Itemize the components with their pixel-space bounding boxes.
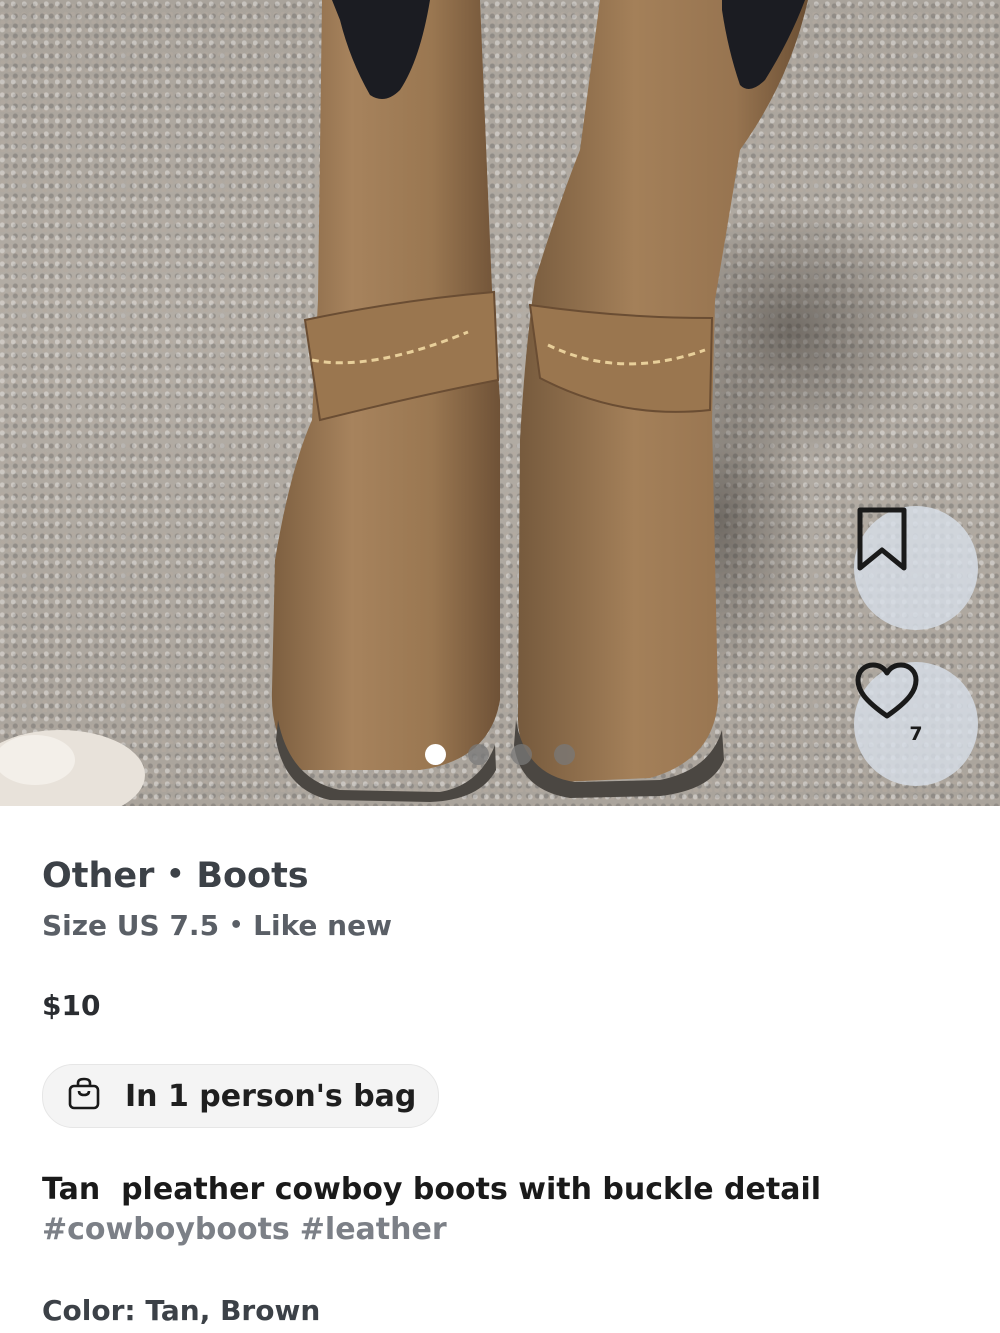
in-bag-label: In 1 person's bag [125, 1078, 417, 1114]
carousel-dot-2[interactable] [468, 744, 489, 765]
brand-category-line: Other • Boots [42, 856, 309, 896]
save-button[interactable] [854, 506, 978, 630]
hashtag-link[interactable]: #leather [300, 1212, 447, 1247]
color-info: Color: Tan, Brown [42, 1294, 321, 1327]
size-label: Size US 7.5 [42, 909, 220, 942]
size-condition-line: Size US 7.5 • Like new [42, 909, 392, 942]
separator: • [166, 857, 185, 890]
listing-description: Tan pleather cowboy boots with buckle de… [42, 1172, 822, 1207]
carousel-dots [425, 744, 575, 765]
condition-label: Like new [253, 909, 392, 942]
carousel-dot-4[interactable] [554, 744, 575, 765]
brand-link[interactable]: Other [42, 856, 154, 896]
like-button[interactable]: 7 [854, 662, 978, 786]
product-photo[interactable]: 7 [0, 0, 1000, 806]
carousel-dot-3[interactable] [511, 744, 532, 765]
shopping-bag-icon [67, 1077, 101, 1115]
price: $10 [42, 989, 101, 1022]
category-link[interactable]: Boots [196, 856, 308, 896]
separator: • [229, 913, 244, 938]
like-count: 7 [909, 723, 923, 745]
hashtag-link[interactable]: #cowboyboots [42, 1212, 290, 1247]
boots-illustration [0, 0, 940, 806]
carousel-dot-1[interactable] [425, 744, 446, 765]
in-bag-badge: In 1 person's bag [42, 1064, 440, 1128]
hashtags: #cowboyboots #leather [42, 1212, 457, 1247]
